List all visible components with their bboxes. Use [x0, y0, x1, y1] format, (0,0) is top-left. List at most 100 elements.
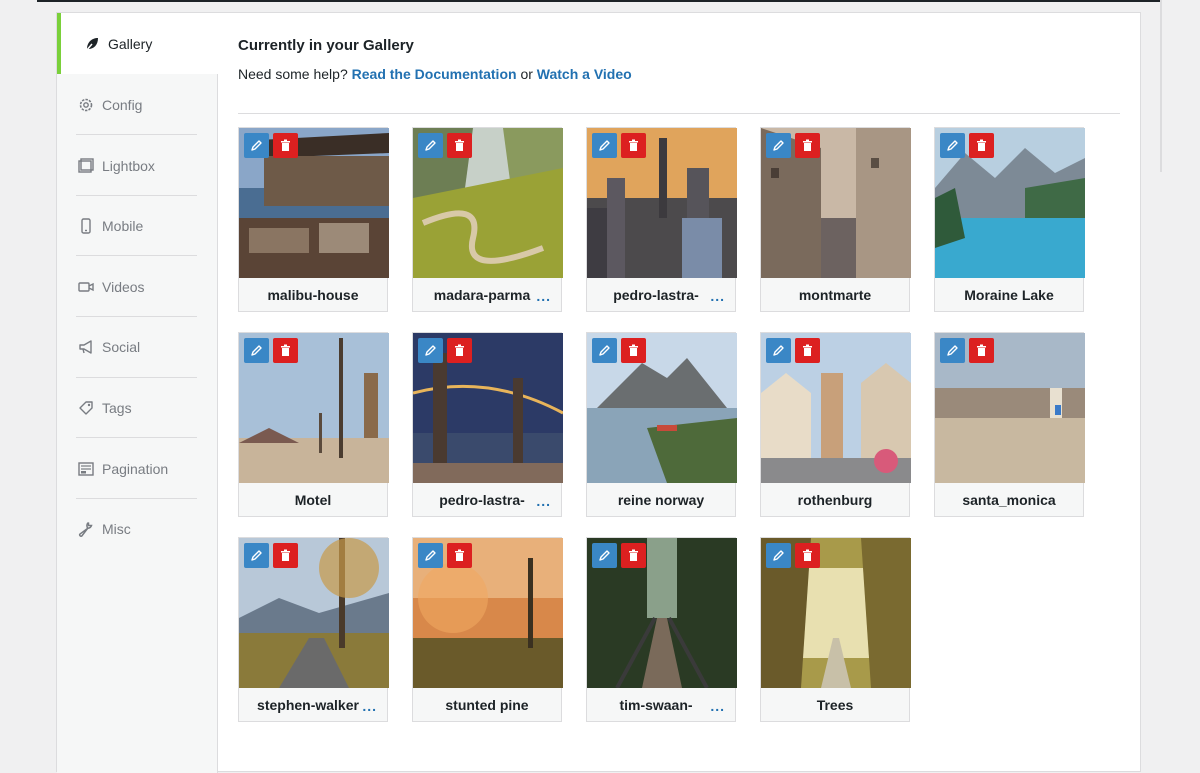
help-prefix: Need some help? [238, 66, 348, 82]
delete-image-button[interactable] [621, 133, 646, 158]
sidebar-item-label: Mobile [102, 217, 144, 234]
gallery-settings-panel: Gallery Config Lightbox Mobile Videos So… [56, 12, 1141, 773]
sidebar-item-label: Social [102, 338, 141, 355]
gallery-image-card[interactable]: stunted pine [412, 537, 563, 722]
trash-icon [629, 549, 638, 561]
delete-image-button[interactable] [795, 338, 820, 363]
delete-image-button[interactable] [621, 338, 646, 363]
pencil-icon [599, 140, 610, 151]
delete-image-button[interactable] [621, 543, 646, 568]
delete-image-button[interactable] [969, 133, 994, 158]
pencil-icon [425, 345, 436, 356]
gallery-image-card[interactable]: montmarte [760, 127, 911, 312]
image-name: stunted pine [445, 697, 529, 713]
sidebar-item-label: Lightbox [102, 157, 155, 174]
pencil-icon [251, 140, 262, 151]
pencil-icon [251, 550, 262, 561]
edit-image-button[interactable] [592, 543, 617, 568]
gallery-image-card[interactable]: reine norway [586, 332, 737, 517]
mobile-icon [78, 217, 94, 234]
image-name: malibu-house [267, 287, 359, 303]
pencil-icon [251, 345, 262, 356]
sidebar-item-config[interactable]: Config [57, 74, 218, 135]
truncation-indicator: ... [536, 493, 551, 509]
delete-image-button[interactable] [447, 543, 472, 568]
help-text: Need some help? Read the Documentation o… [238, 66, 632, 82]
edit-image-button[interactable] [766, 133, 791, 158]
edit-image-button[interactable] [244, 133, 269, 158]
edit-image-button[interactable] [244, 543, 269, 568]
sidebar-item-label: Config [102, 96, 143, 113]
edit-image-button[interactable] [940, 338, 965, 363]
pencil-icon [425, 550, 436, 561]
sidebar-item-social[interactable]: Social [57, 316, 218, 377]
watch-video-link[interactable]: Watch a Video [537, 66, 632, 82]
edit-image-button[interactable] [766, 543, 791, 568]
delete-image-button[interactable] [273, 338, 298, 363]
pencil-icon [947, 140, 958, 151]
delete-image-button[interactable] [447, 133, 472, 158]
gallery-image-card[interactable]: tim-swaan- ... [586, 537, 737, 722]
edit-image-button[interactable] [244, 338, 269, 363]
edit-image-button[interactable] [592, 133, 617, 158]
edit-image-button[interactable] [592, 338, 617, 363]
documentation-link[interactable]: Read the Documentation [352, 66, 517, 82]
delete-image-button[interactable] [795, 133, 820, 158]
trash-icon [629, 139, 638, 151]
delete-image-button[interactable] [273, 133, 298, 158]
gallery-image-card[interactable]: rothenburg [760, 332, 911, 517]
image-name: santa_monica [962, 492, 1056, 508]
gallery-image-card[interactable]: Motel [238, 332, 389, 517]
trash-icon [629, 344, 638, 356]
truncation-indicator: ... [362, 698, 377, 714]
sidebar-item-label: Gallery [108, 35, 153, 52]
delete-image-button[interactable] [447, 338, 472, 363]
sidebar-item-pagination[interactable]: Pagination [57, 438, 218, 499]
edit-image-button[interactable] [766, 338, 791, 363]
sidebar-item-misc[interactable]: Misc [57, 498, 218, 559]
video-camera-icon [78, 279, 94, 295]
pencil-icon [773, 345, 784, 356]
delete-image-button[interactable] [795, 543, 820, 568]
help-or: or [520, 66, 533, 82]
delete-image-button[interactable] [969, 338, 994, 363]
sidebar-item-mobile[interactable]: Mobile [57, 195, 218, 256]
gallery-image-card[interactable]: madara-parma ... [412, 127, 563, 312]
trash-icon [281, 344, 290, 356]
megaphone-icon [78, 339, 94, 355]
sidebar-item-label: Misc [102, 520, 131, 537]
delete-image-button[interactable] [273, 543, 298, 568]
pencil-icon [773, 140, 784, 151]
sidebar-item-lightbox[interactable]: Lightbox [57, 135, 218, 196]
top-border [37, 0, 1160, 2]
pencil-icon [947, 345, 958, 356]
trash-icon [803, 344, 812, 356]
gallery-image-card[interactable]: malibu-house [238, 127, 389, 312]
gallery-image-card[interactable]: stephen-walker ... [238, 537, 389, 722]
sidebar-item-videos[interactable]: Videos [57, 256, 218, 317]
edit-image-button[interactable] [418, 338, 443, 363]
gear-icon [78, 97, 94, 113]
gallery-image-card[interactable]: pedro-lastra- ... [412, 332, 563, 517]
edit-image-button[interactable] [418, 543, 443, 568]
gallery-image-card[interactable]: Trees [760, 537, 911, 722]
pencil-icon [425, 140, 436, 151]
gallery-image-card[interactable]: santa_monica [934, 332, 1085, 517]
truncation-indicator: ... [710, 288, 725, 304]
truncation-indicator: ... [710, 698, 725, 714]
page-scrollbar[interactable] [1160, 0, 1162, 172]
trash-icon [455, 139, 464, 151]
sidebar-item-tags[interactable]: Tags [57, 377, 218, 438]
edit-image-button[interactable] [940, 133, 965, 158]
gallery-image-card[interactable]: Moraine Lake [934, 127, 1085, 312]
trash-icon [803, 549, 812, 561]
image-name: Motel [294, 492, 332, 508]
image-name: reine norway [617, 492, 705, 508]
edit-image-button[interactable] [418, 133, 443, 158]
gallery-image-card[interactable]: pedro-lastra- ... [586, 127, 737, 312]
sidebar-item-label: Pagination [102, 460, 169, 477]
image-name: Trees [816, 697, 854, 713]
sidebar-item-gallery[interactable]: Gallery [57, 13, 218, 74]
trash-icon [455, 344, 464, 356]
image-name: rothenburg [797, 492, 873, 508]
